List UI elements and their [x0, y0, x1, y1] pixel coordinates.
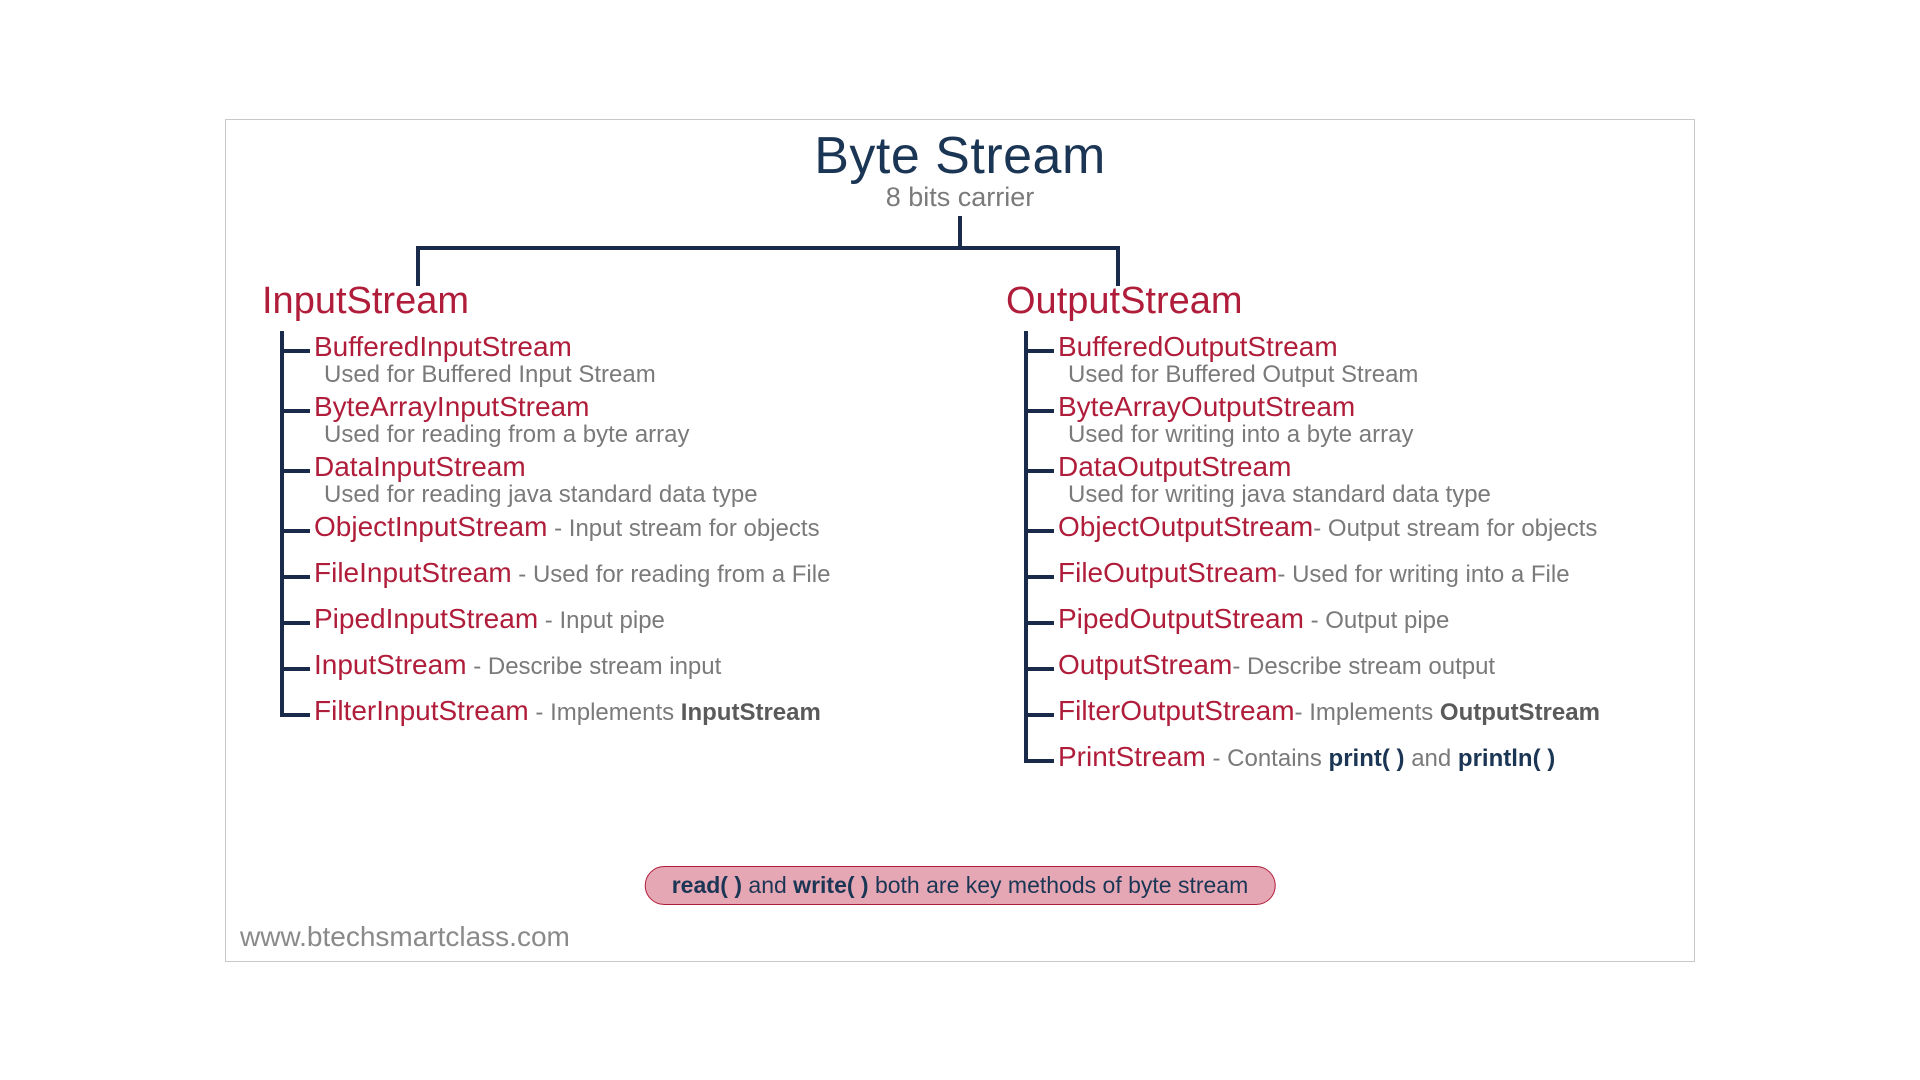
outputstream-column: OutputStream BufferedOutputStreamUsed fo… — [960, 280, 1674, 787]
class-desc: Contains — [1227, 745, 1328, 772]
class-desc: Input stream for objects — [569, 515, 820, 542]
separator: - — [1295, 699, 1310, 726]
class-desc: Input pipe — [559, 607, 664, 634]
class-desc: Used for reading from a byte array — [324, 421, 960, 449]
diagram-frame: Byte Stream 8 bits carrier InputStream B… — [225, 119, 1695, 962]
class-desc: Output stream for objects — [1328, 515, 1597, 542]
tree-item: BufferedOutputStreamUsed for Buffered Ou… — [1058, 331, 1674, 389]
class-name: ByteArrayOutputStream — [1058, 391, 1355, 422]
separator: - — [1277, 561, 1292, 588]
class-name: DataOutputStream — [1058, 451, 1291, 482]
class-desc: Used for Buffered Input Stream — [324, 361, 960, 389]
tree-item: PrintStream - Contains print( ) and prin… — [1058, 741, 1674, 773]
tree-item: PipedInputStream - Input pipe — [314, 603, 960, 635]
tree-item: DataOutputStreamUsed for writing java st… — [1058, 451, 1674, 509]
class-desc: and — [1405, 745, 1458, 772]
class-name: DataInputStream — [314, 451, 526, 482]
tree-vertical-line — [1024, 331, 1028, 763]
separator: - — [1232, 653, 1247, 680]
class-name: FilterInputStream — [314, 695, 529, 726]
tree-item: ByteArrayOutputStreamUsed for writing in… — [1058, 391, 1674, 449]
class-desc: Describe stream input — [488, 653, 721, 680]
class-desc: Used for reading java standard data type — [324, 481, 960, 509]
tree-item: InputStream - Describe stream input — [314, 649, 960, 681]
class-desc: Describe stream output — [1247, 653, 1495, 680]
class-desc: Used for writing into a File — [1292, 561, 1569, 588]
tree-item: OutputStream- Describe stream output — [1058, 649, 1674, 681]
footer-text: both are key methods of byte stream — [869, 872, 1249, 898]
class-name: PrintStream — [1058, 741, 1206, 772]
tree-item: ObjectOutputStream- Output stream for ob… — [1058, 511, 1674, 543]
connector-line — [416, 246, 1120, 250]
subtitle: 8 bits carrier — [226, 182, 1694, 213]
class-name: PipedInputStream — [314, 603, 538, 634]
method-read: read( ) — [672, 872, 742, 898]
header: Byte Stream 8 bits carrier — [226, 120, 1694, 213]
inputstream-column: InputStream BufferedInputStreamUsed for … — [246, 280, 960, 787]
class-name: PipedOutputStream — [1058, 603, 1304, 634]
tree-item: BufferedInputStreamUsed for Buffered Inp… — [314, 331, 960, 389]
class-desc: Used for reading from a File — [533, 561, 830, 588]
class-name: FilterOutputStream — [1058, 695, 1295, 726]
class-desc: Used for writing into a byte array — [1068, 421, 1674, 449]
separator: - — [538, 607, 559, 634]
title: Byte Stream — [226, 126, 1694, 186]
class-desc: Used for writing java standard data type — [1068, 481, 1674, 509]
separator: - — [529, 699, 550, 726]
method-write: write( ) — [793, 872, 868, 898]
separator: - — [1313, 515, 1328, 542]
tree-item: DataInputStreamUsed for reading java sta… — [314, 451, 960, 509]
columns: InputStream BufferedInputStreamUsed for … — [226, 280, 1694, 787]
tree-item: PipedOutputStream - Output pipe — [1058, 603, 1674, 635]
class-name: BufferedInputStream — [314, 331, 572, 362]
tree-item: FilterOutputStream- Implements OutputStr… — [1058, 695, 1674, 727]
tree-item: ByteArrayInputStreamUsed for reading fro… — [314, 391, 960, 449]
tree-item: ObjectInputStream - Input stream for obj… — [314, 511, 960, 543]
class-desc: Implements — [550, 699, 681, 726]
class-name: ObjectOutputStream — [1058, 511, 1313, 542]
inputstream-heading: InputStream — [262, 280, 960, 323]
class-desc: Used for Buffered Output Stream — [1068, 361, 1674, 389]
tree-item: FileInputStream - Used for reading from … — [314, 557, 960, 589]
connector-line — [958, 216, 962, 246]
class-name: OutputStream — [1058, 649, 1232, 680]
method-name: print( ) — [1329, 745, 1405, 772]
class-name: BufferedOutputStream — [1058, 331, 1338, 362]
class-desc: Implements — [1309, 699, 1440, 726]
tree-item: FilterInputStream - Implements InputStre… — [314, 695, 960, 727]
separator: - — [512, 561, 533, 588]
tree-vertical-line — [280, 331, 284, 717]
separator: - — [1206, 745, 1227, 772]
separator: - — [1304, 607, 1325, 634]
inputstream-tree: BufferedInputStreamUsed for Buffered Inp… — [256, 331, 960, 727]
footer-text: and — [742, 872, 793, 898]
class-name: ObjectInputStream — [314, 511, 547, 542]
separator: - — [547, 515, 568, 542]
method-name: println( ) — [1458, 745, 1555, 772]
footer-pill: read( ) and write( ) both are key method… — [645, 866, 1276, 905]
class-name: FileOutputStream — [1058, 557, 1277, 588]
class-name: ByteArrayInputStream — [314, 391, 589, 422]
class-desc-strong: OutputStream — [1440, 699, 1600, 726]
class-desc-strong: InputStream — [681, 699, 821, 726]
separator: - — [467, 653, 488, 680]
tree-item: FileOutputStream- Used for writing into … — [1058, 557, 1674, 589]
class-desc: Output pipe — [1325, 607, 1449, 634]
source-url: www.btechsmartclass.com — [240, 921, 570, 953]
class-name: FileInputStream — [314, 557, 512, 588]
outputstream-heading: OutputStream — [1006, 280, 1674, 323]
class-name: InputStream — [314, 649, 467, 680]
outputstream-tree: BufferedOutputStreamUsed for Buffered Ou… — [1000, 331, 1674, 773]
